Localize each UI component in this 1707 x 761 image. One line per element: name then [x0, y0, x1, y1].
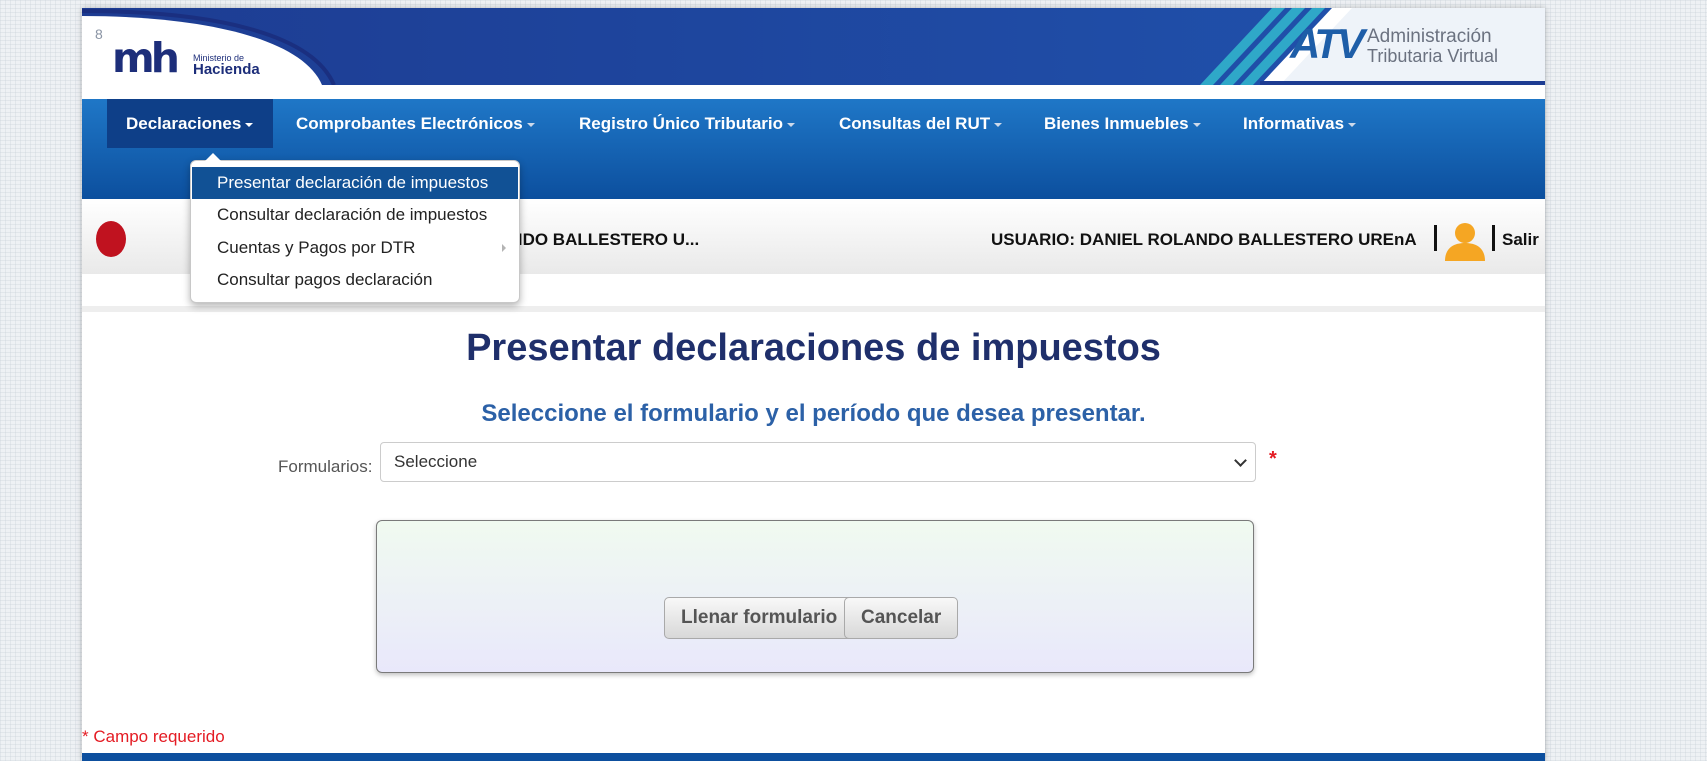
formularios-label: Formularios: [278, 457, 373, 476]
atv-logo-line1: Administración [1367, 26, 1492, 47]
status-badge-icon [96, 221, 126, 257]
user-avatar-icon[interactable] [1443, 221, 1487, 261]
nav-bienes-inmuebles[interactable]: Bienes Inmuebles [1044, 99, 1201, 148]
caret-down-icon [1192, 122, 1201, 127]
formularios-select-value: Seleccione [394, 452, 478, 471]
formularios-select[interactable]: Seleccione [380, 442, 1256, 482]
footer-bar [82, 753, 1545, 761]
menu-item-presentar-declaracion[interactable]: Presentar declaración de impuestos [192, 167, 518, 199]
menu-item-label: Consultar pagos declaración [217, 270, 433, 289]
menu-item-consultar-pagos[interactable]: Consultar pagos declaración [192, 264, 518, 296]
nav-bienes-label: Bienes Inmuebles [1044, 114, 1189, 133]
required-field-note: * Campo requerido [82, 727, 225, 746]
logo-mark: mh [112, 34, 180, 82]
nav-comprobantes-electronicos[interactable]: Comprobantes Electrónicos [296, 99, 535, 148]
atv-logo-line2: Tributaria Virtual [1367, 46, 1499, 66]
logo-hacienda-text: Hacienda [193, 61, 260, 78]
caret-down-icon [1348, 122, 1357, 127]
chevron-right-icon [502, 244, 506, 252]
page-title: Presentar declaraciones de impuestos [466, 327, 1161, 369]
site-header: 8 mh Ministerio de Hacienda ATV Administ… [82, 8, 1545, 85]
nav-declaraciones[interactable]: Declaraciones [107, 99, 274, 148]
menu-item-label: Cuentas y Pagos por DTR [217, 238, 416, 257]
required-star: * [1269, 448, 1277, 470]
menu-item-label: Presentar declaración de impuestos [217, 173, 489, 192]
caret-down-icon [994, 122, 1003, 127]
menu-item-label: Consultar declaración de impuestos [217, 205, 488, 224]
nav-registro-label: Registro Único Tributario [579, 114, 784, 133]
actions-panel: Llenar formulario Cancelar [376, 520, 1254, 673]
cancel-button[interactable]: Cancelar [844, 597, 959, 639]
nav-declaraciones-label: Declaraciones [126, 114, 242, 133]
caret-down-icon [245, 122, 254, 127]
atv-logo-mark: ATV [1290, 20, 1365, 67]
nav-registro-unico-tributario[interactable]: Registro Único Tributario [579, 99, 796, 148]
nav-informativas-label: Informativas [1243, 114, 1345, 133]
menu-item-cuentas-pagos-dtr[interactable]: Cuentas y Pagos por DTR [192, 232, 518, 264]
caret-down-icon [526, 122, 535, 127]
nav-consultas-label: Consultas del RUT [839, 114, 991, 133]
declaraciones-dropdown-menu: Presentar declaración de impuestos Consu… [190, 153, 520, 303]
divider [1434, 225, 1437, 251]
logout-link[interactable]: Salir [1502, 230, 1539, 250]
llenar-formulario-button[interactable]: Llenar formulario [664, 597, 855, 639]
nav-consultas-del-rut[interactable]: Consultas del RUT [839, 99, 1003, 148]
menu-item-consultar-declaracion[interactable]: Consultar declaración de impuestos [192, 199, 518, 231]
nav-comprobantes-label: Comprobantes Electrónicos [296, 114, 523, 133]
page-subtitle: Seleccione el formulario y el período qu… [481, 400, 1146, 427]
user-label: USUARIO: DANIEL ROLANDO BALLESTERO UREnA [991, 230, 1417, 249]
chevron-down-icon [1234, 454, 1247, 467]
divider [1492, 225, 1495, 251]
page-number: 8 [95, 26, 103, 42]
caret-down-icon [787, 122, 796, 127]
page-container: 8 mh Ministerio de Hacienda ATV Administ… [82, 8, 1545, 761]
nav-informativas[interactable]: Informativas [1243, 99, 1357, 148]
